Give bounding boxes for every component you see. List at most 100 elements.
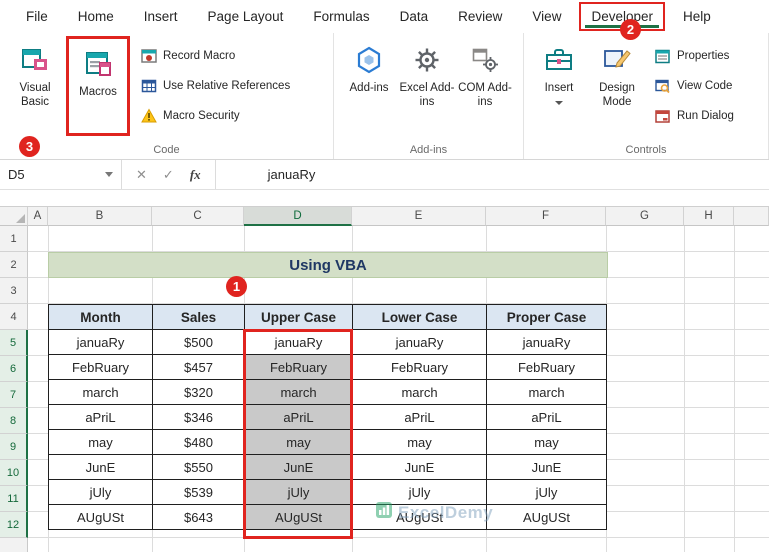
column-header-h[interactable]: H <box>684 207 734 226</box>
cells-area[interactable]: Using VBA Month Sales Upper Case Lower C… <box>28 226 769 552</box>
row-header-2[interactable]: 2 <box>0 252 28 278</box>
header-lower-case[interactable]: Lower Case <box>352 304 487 330</box>
column-header-d[interactable]: D <box>244 207 352 226</box>
selected-cell[interactable]: JunE <box>244 454 353 480</box>
view-code-icon <box>654 79 671 94</box>
tab-help[interactable]: Help <box>671 2 723 31</box>
addins-button[interactable]: Add-ins <box>340 35 398 135</box>
table-cell[interactable]: januaRy <box>352 329 487 355</box>
table-cell[interactable]: JunE <box>486 454 607 480</box>
column-header-e[interactable]: E <box>352 207 486 226</box>
row-header-6[interactable]: 6 <box>0 356 28 382</box>
table-cell[interactable]: jUly <box>486 479 607 505</box>
table-cell[interactable]: FebRuary <box>352 354 487 380</box>
table-cell[interactable]: aPriL <box>48 404 153 430</box>
cancel-icon[interactable]: ✕ <box>128 167 155 183</box>
table-cell[interactable]: $550 <box>152 454 245 480</box>
formula-input[interactable]: januaRy <box>216 160 769 189</box>
table-cell[interactable]: $480 <box>152 429 245 455</box>
row-header-1[interactable]: 1 <box>0 226 28 252</box>
ribbon-group-code: Visual Basic Macros Record Macro Use Rel… <box>0 33 334 159</box>
tab-formulas[interactable]: Formulas <box>301 2 381 31</box>
row-header-8[interactable]: 8 <box>0 408 28 434</box>
view-code-button[interactable]: View Code <box>654 75 734 97</box>
macro-security-button[interactable]: Macro Security <box>140 105 290 127</box>
table-cell[interactable]: march <box>48 379 153 405</box>
com-addins-button[interactable]: COM Add-ins <box>456 35 514 135</box>
selected-cell[interactable]: march <box>244 379 353 405</box>
design-mode-button[interactable]: Design Mode <box>588 35 646 135</box>
table-cell[interactable]: aPriL <box>486 404 607 430</box>
column-header-f[interactable]: F <box>486 207 606 226</box>
column-header-c[interactable]: C <box>152 207 244 226</box>
tab-home[interactable]: Home <box>66 2 126 31</box>
tab-file[interactable]: File <box>14 2 60 31</box>
table-cell[interactable]: FebRuary <box>486 354 607 380</box>
properties-button[interactable]: Properties <box>654 45 734 67</box>
table-cell[interactable]: AUgUSt <box>486 504 607 530</box>
table-cell[interactable]: jUly <box>352 479 487 505</box>
title-cell[interactable]: Using VBA <box>48 252 608 278</box>
column-header-g[interactable]: G <box>606 207 684 226</box>
table-cell[interactable]: jUly <box>48 479 153 505</box>
table-cell[interactable]: AUgUSt <box>48 504 153 530</box>
enter-icon[interactable]: ✓ <box>155 167 182 183</box>
table-cell[interactable]: $346 <box>152 404 245 430</box>
select-all-button[interactable] <box>0 207 28 226</box>
table-cell[interactable]: januaRy <box>48 329 153 355</box>
name-box[interactable]: D5 <box>0 160 122 189</box>
table-cell[interactable]: FebRuary <box>48 354 153 380</box>
tab-page-layout[interactable]: Page Layout <box>196 2 296 31</box>
selected-cell[interactable]: AUgUSt <box>244 504 353 530</box>
watermark: ExcelDemy <box>376 502 493 523</box>
table-cell[interactable]: $643 <box>152 504 245 530</box>
row-header-7[interactable]: 7 <box>0 382 28 408</box>
table-cell[interactable]: aPriL <box>352 404 487 430</box>
table-cell[interactable]: $457 <box>152 354 245 380</box>
table-cell[interactable]: $320 <box>152 379 245 405</box>
table-cell[interactable]: march <box>486 379 607 405</box>
excel-addins-button[interactable]: Excel Add-ins <box>398 35 456 135</box>
header-proper-case[interactable]: Proper Case <box>486 304 607 330</box>
tab-insert[interactable]: Insert <box>132 2 190 31</box>
table-cell[interactable]: may <box>352 429 487 455</box>
table-cell[interactable]: may <box>48 429 153 455</box>
header-sales[interactable]: Sales <box>152 304 245 330</box>
row-header-11[interactable]: 11 <box>0 486 28 512</box>
insert-function-icon[interactable]: fx <box>182 167 209 183</box>
table-cell[interactable]: may <box>486 429 607 455</box>
active-cell[interactable]: januaRy <box>244 329 353 355</box>
selected-cell[interactable]: FebRuary <box>244 354 353 380</box>
name-box-dropdown-icon[interactable] <box>105 172 113 177</box>
header-upper-case[interactable]: Upper Case <box>244 304 353 330</box>
run-dialog-button[interactable]: Run Dialog <box>654 105 734 127</box>
macros-button[interactable]: Macros <box>69 39 127 133</box>
row-header-3[interactable]: 3 <box>0 278 28 304</box>
column-header-b[interactable]: B <box>48 207 152 226</box>
row-header-12[interactable]: 12 <box>0 512 28 538</box>
table-cell[interactable]: $500 <box>152 329 245 355</box>
selected-cell[interactable]: aPriL <box>244 404 353 430</box>
row-header-10[interactable]: 10 <box>0 460 28 486</box>
formula-bar: D5 ✕ ✓ fx januaRy <box>0 160 769 190</box>
tab-view[interactable]: View <box>520 2 573 31</box>
row-header-9[interactable]: 9 <box>0 434 28 460</box>
table-cell[interactable]: march <box>352 379 487 405</box>
table-cell[interactable]: $539 <box>152 479 245 505</box>
table-cell[interactable]: JunE <box>48 454 153 480</box>
visual-basic-button[interactable]: Visual Basic <box>6 35 64 135</box>
use-relative-references-button[interactable]: Use Relative References <box>140 75 290 97</box>
header-month[interactable]: Month <box>48 304 153 330</box>
column-header-a[interactable]: A <box>28 207 48 226</box>
selected-cell[interactable]: may <box>244 429 353 455</box>
table-cell[interactable]: januaRy <box>486 329 607 355</box>
table-cell[interactable]: JunE <box>352 454 487 480</box>
record-macro-button[interactable]: Record Macro <box>140 45 290 67</box>
row-header-5[interactable]: 5 <box>0 330 28 356</box>
insert-control-button[interactable]: Insert <box>530 35 588 135</box>
row-header-4[interactable]: 4 <box>0 304 28 330</box>
selected-cell[interactable]: jUly <box>244 479 353 505</box>
addins-hexagon-icon <box>354 43 384 77</box>
tab-data[interactable]: Data <box>388 2 441 31</box>
tab-review[interactable]: Review <box>446 2 514 31</box>
